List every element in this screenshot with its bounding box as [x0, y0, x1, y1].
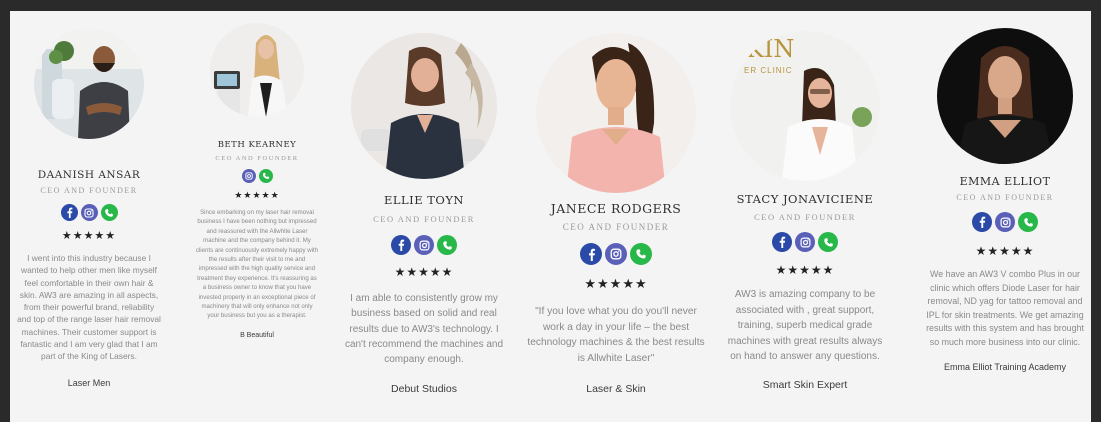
avatar: KIN ER CLINIC	[730, 31, 880, 181]
instagram-icon[interactable]	[414, 235, 434, 255]
person-name: DAANISH ANSAR	[37, 169, 141, 181]
phone-icon[interactable]	[1018, 212, 1038, 232]
facebook-icon[interactable]	[772, 232, 792, 252]
person-role: CEO AND FOUNDER	[754, 212, 856, 222]
clinic-sign: KIN	[746, 35, 794, 63]
avatar	[34, 29, 144, 139]
person-role: CEO AND FOUNDER	[215, 155, 299, 162]
star-rating: ★★★★★	[584, 276, 648, 291]
star-rating: ★★★★★	[975, 244, 1035, 258]
testimonials-section: DAANISH ANSAR CEO AND FOUNDER ★★★★★ I we…	[10, 11, 1091, 422]
social-icons	[10, 204, 170, 221]
person-name: JANECE RODGERS	[550, 201, 682, 216]
avatar	[210, 23, 304, 117]
instagram-icon[interactable]	[241, 169, 256, 183]
testimonial-quote: "If you love what you do you'll never wo…	[527, 306, 705, 364]
facebook-icon[interactable]	[391, 235, 411, 255]
person-name: STACY JONAVICIENE	[736, 192, 874, 206]
avatar	[351, 33, 497, 179]
testimonial-quote: AW3 is amazing company to be associated …	[727, 289, 883, 362]
company-name: Laser & Skin	[586, 383, 646, 395]
instagram-icon[interactable]	[80, 204, 98, 221]
avatar	[536, 33, 696, 193]
star-rating: ★★★★★	[775, 263, 835, 277]
facebook-icon[interactable]	[580, 243, 602, 265]
social-icons	[343, 235, 505, 255]
testimonial-card: ELLIE TOYN CEO AND FOUNDER ★★★★★ I am ab…	[343, 33, 505, 395]
testimonial-card: JANECE RODGERS CEO AND FOUNDER ★★★★★ "If…	[523, 33, 709, 395]
avatar	[937, 28, 1073, 164]
testimonial-quote: We have an AW3 V combo Plus in our clini…	[926, 269, 1084, 347]
phone-icon[interactable]	[258, 169, 273, 183]
facebook-icon[interactable]	[972, 212, 992, 232]
social-icons	[193, 169, 321, 183]
person-name: BETH KEARNEY	[217, 140, 297, 150]
instagram-icon[interactable]	[795, 232, 815, 252]
phone-icon[interactable]	[630, 243, 652, 265]
testimonial-card: DAANISH ANSAR CEO AND FOUNDER ★★★★★ I we…	[10, 29, 170, 388]
phone-icon[interactable]	[100, 204, 118, 221]
company-name: B Beautiful	[240, 331, 274, 339]
testimonial-card: EMMA ELLIOT CEO AND FOUNDER ★★★★★ We hav…	[923, 28, 1087, 372]
person-name: ELLIE TOYN	[383, 193, 464, 207]
facebook-icon[interactable]	[60, 204, 78, 221]
person-role: CEO AND FOUNDER	[40, 186, 138, 195]
testimonial-quote: I am able to consistently grow my busine…	[344, 293, 504, 366]
instagram-icon[interactable]	[995, 212, 1015, 232]
phone-icon[interactable]	[818, 232, 838, 252]
company-name: Smart Skin Expert	[762, 378, 848, 391]
clinic-sign-subtext: ER CLINIC	[744, 66, 793, 75]
star-rating: ★★★★★	[61, 230, 117, 242]
star-rating: ★★★★★	[394, 265, 454, 279]
social-icons	[923, 212, 1087, 232]
social-icons	[523, 243, 709, 265]
phone-icon[interactable]	[437, 235, 457, 255]
testimonial-card: KIN ER CLINIC STACY JONAVICIENE CEO AND …	[722, 31, 888, 391]
instagram-icon[interactable]	[605, 243, 627, 265]
testimonial-quote: Since embarking on my laser hair removal…	[195, 209, 319, 320]
company-name: Emma Elliot Training Academy	[943, 362, 1067, 372]
company-name: Laser Men	[67, 377, 111, 388]
person-role: CEO AND FOUNDER	[562, 222, 670, 232]
social-icons	[722, 232, 888, 252]
testimonial-card: BETH KEARNEY CEO AND FOUNDER ★★★★★ Since…	[193, 23, 321, 339]
person-role: CEO AND FOUNDER	[956, 193, 1054, 202]
person-role: CEO AND FOUNDER	[373, 214, 475, 224]
company-name: Debut Studios	[391, 383, 457, 396]
person-name: EMMA ELLIOT	[959, 175, 1051, 188]
star-rating: ★★★★★	[234, 190, 280, 200]
testimonial-quote: I went into this industry because I want…	[17, 253, 161, 362]
